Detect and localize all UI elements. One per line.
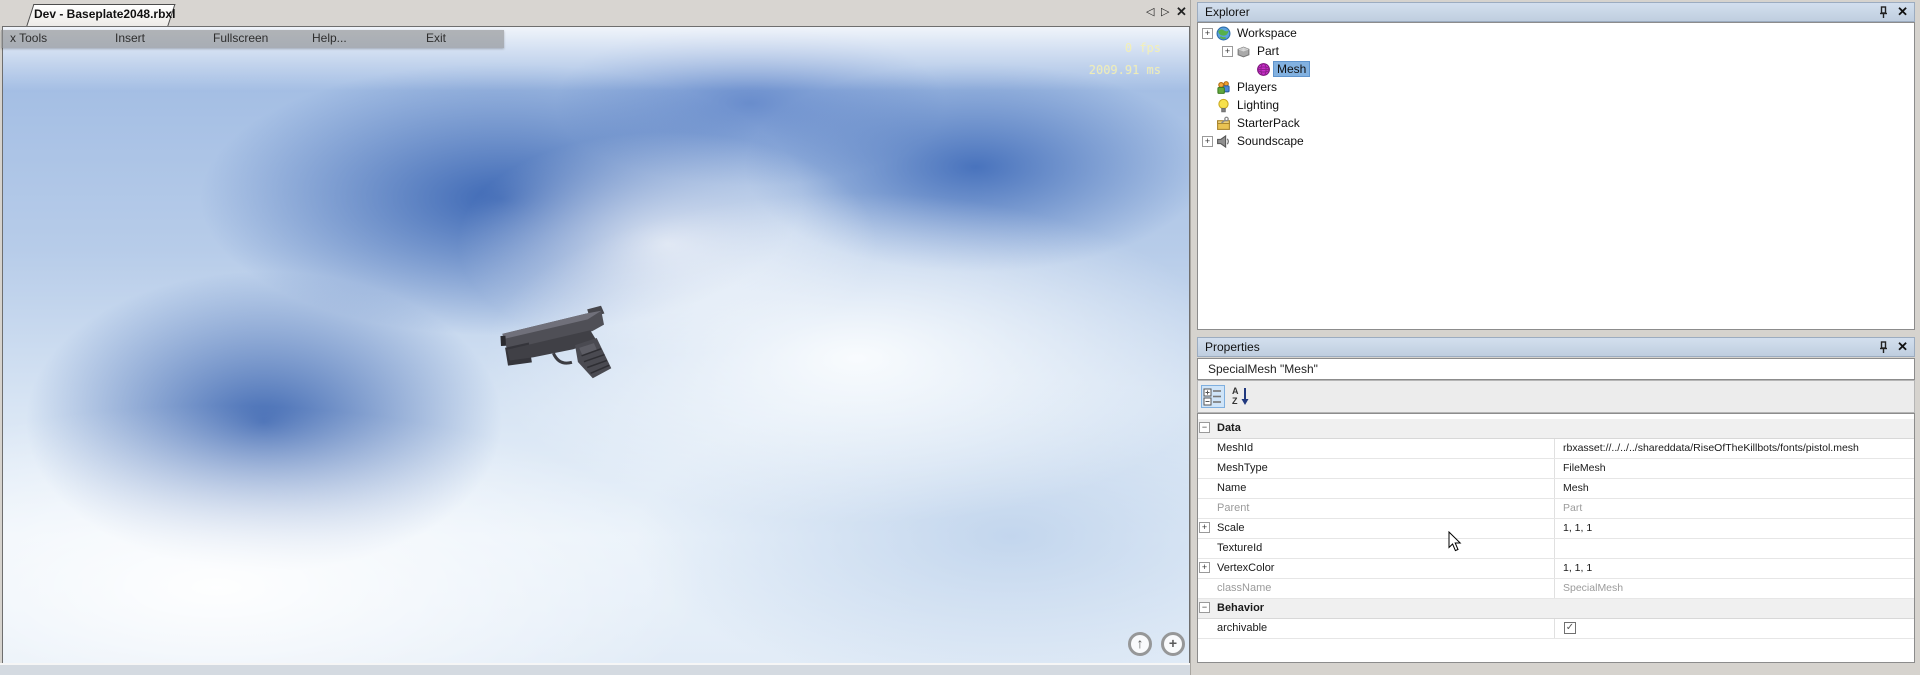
- property-value[interactable]: FileMesh: [1556, 459, 1915, 478]
- property-value-readonly: Part: [1556, 499, 1915, 518]
- menu-item-exit[interactable]: Exit: [426, 31, 446, 45]
- explorer-panel-header: Explorer ✕: [1197, 2, 1915, 22]
- document-tab-bar: Dev - Baseplate2048.rbxl ◁ ▷ ✕: [0, 0, 1190, 26]
- properties-toolbar: A Z: [1197, 380, 1915, 413]
- right-dock: Explorer ✕ + Workspace: [1190, 0, 1920, 675]
- workspace-icon: [1216, 26, 1231, 41]
- studio-window: Dev - Baseplate2048.rbxl ◁ ▷ ✕ x Tools I…: [0, 0, 1920, 675]
- tree-item-soundscape[interactable]: + Soundscape: [1198, 133, 1914, 151]
- tree-item-label[interactable]: Workspace: [1234, 26, 1300, 40]
- tab-scroll-right-button[interactable]: ▷: [1161, 4, 1169, 20]
- pistol-mesh-object[interactable]: [493, 305, 628, 390]
- property-value[interactable]: 1, 1, 1: [1556, 559, 1915, 578]
- tree-item-players[interactable]: Players: [1198, 79, 1914, 97]
- document-close-button[interactable]: ✕: [1176, 4, 1187, 20]
- properties-panel-header: Properties ✕: [1197, 337, 1915, 357]
- selected-object-label: SpecialMesh "Mesh": [1208, 362, 1318, 376]
- svg-text:Z: Z: [1232, 396, 1238, 406]
- svg-text:A: A: [1232, 386, 1239, 396]
- tab-scroll-left-button[interactable]: ◁: [1146, 4, 1154, 20]
- camera-tilt-up-button[interactable]: ↑: [1128, 632, 1152, 656]
- property-row-scale[interactable]: + Scale 1, 1, 1: [1198, 519, 1914, 539]
- part-icon: [1236, 44, 1251, 59]
- archivable-checkbox[interactable]: ✓: [1564, 622, 1576, 634]
- property-row-parent[interactable]: Parent Part: [1198, 499, 1914, 519]
- menu-item-help[interactable]: Help...: [312, 31, 347, 45]
- alphabetical-sort-button[interactable]: A Z: [1230, 385, 1254, 408]
- categorized-view-button[interactable]: [1201, 385, 1225, 408]
- tree-item-starterpack[interactable]: StarterPack: [1198, 115, 1914, 133]
- fps-counter: 0 fps: [1089, 37, 1161, 59]
- lighting-icon: [1216, 98, 1231, 113]
- property-value[interactable]: 1, 1, 1: [1556, 519, 1915, 538]
- categorized-icon: [1202, 386, 1224, 407]
- property-value[interactable]: [1556, 539, 1915, 558]
- starterpack-icon: [1216, 116, 1231, 131]
- property-row-meshtype[interactable]: MeshType FileMesh: [1198, 459, 1914, 479]
- tree-item-mesh[interactable]: Mesh: [1198, 61, 1914, 79]
- in-game-menu-bar: x Tools Insert Fullscreen Help... Exit: [1, 30, 504, 48]
- property-value[interactable]: Mesh: [1556, 479, 1915, 498]
- tree-item-label[interactable]: Lighting: [1234, 98, 1282, 112]
- property-row-textureid[interactable]: TextureId: [1198, 539, 1914, 559]
- mesh-icon: [1256, 62, 1271, 77]
- frame-time: 2009.91 ms: [1089, 59, 1161, 81]
- property-value-readonly: SpecialMesh: [1556, 579, 1915, 598]
- tree-item-label[interactable]: Soundscape: [1234, 134, 1307, 148]
- performance-stats: 0 fps 2009.91 ms: [1089, 37, 1161, 81]
- menu-item-insert[interactable]: Insert: [115, 31, 145, 45]
- menu-item-tools[interactable]: x Tools: [10, 31, 47, 45]
- expand-toggle[interactable]: +: [1202, 136, 1213, 147]
- sort-az-icon: A Z: [1230, 385, 1252, 406]
- tree-item-label[interactable]: StarterPack: [1234, 116, 1303, 130]
- explorer-close-icon[interactable]: ✕: [1897, 4, 1908, 20]
- property-value[interactable]: rbxasset://../../../shareddata/RiseOfThe…: [1556, 439, 1915, 458]
- properties-close-icon[interactable]: ✕: [1897, 339, 1908, 355]
- expand-toggle[interactable]: +: [1202, 28, 1213, 39]
- camera-zoom-in-button[interactable]: +: [1161, 632, 1185, 656]
- property-category-behavior[interactable]: − Behavior: [1198, 599, 1914, 619]
- properties-grid: − Data MeshId rbxasset://../../../shared…: [1197, 413, 1915, 663]
- players-icon: [1216, 80, 1231, 95]
- tree-item-label[interactable]: Part: [1254, 44, 1282, 58]
- properties-title: Properties: [1205, 340, 1260, 354]
- menu-item-fullscreen[interactable]: Fullscreen: [213, 31, 268, 45]
- explorer-tree[interactable]: + Workspace + Par: [1197, 22, 1915, 330]
- property-row-vertexcolor[interactable]: + VertexColor 1, 1, 1: [1198, 559, 1914, 579]
- property-row-meshid[interactable]: MeshId rbxasset://../../../shareddata/Ri…: [1198, 439, 1914, 459]
- expand-toggle[interactable]: +: [1222, 46, 1233, 57]
- document-tab[interactable]: Dev - Baseplate2048.rbxl: [20, 4, 170, 26]
- selected-object-header: SpecialMesh "Mesh": [1197, 358, 1915, 380]
- property-row-classname[interactable]: className SpecialMesh: [1198, 579, 1914, 599]
- soundscape-icon: [1216, 134, 1231, 149]
- game-viewport[interactable]: x Tools Insert Fullscreen Help... Exit 0…: [2, 26, 1190, 665]
- pin-icon[interactable]: [1877, 6, 1890, 19]
- pin-icon[interactable]: [1877, 341, 1890, 354]
- property-row-archivable[interactable]: archivable ✓: [1198, 619, 1914, 639]
- tree-item-part[interactable]: + Part: [1198, 43, 1914, 61]
- tree-item-lighting[interactable]: Lighting: [1198, 97, 1914, 115]
- tree-item-workspace[interactable]: + Workspace: [1198, 25, 1914, 43]
- property-row-name[interactable]: Name Mesh: [1198, 479, 1914, 499]
- property-category-data[interactable]: − Data: [1198, 419, 1914, 439]
- mouse-cursor: [1448, 531, 1462, 552]
- tab-title: Dev - Baseplate2048.rbxl: [34, 7, 170, 21]
- explorer-title: Explorer: [1205, 5, 1250, 19]
- tree-item-label-selected[interactable]: Mesh: [1274, 62, 1309, 76]
- tree-item-label[interactable]: Players: [1234, 80, 1280, 94]
